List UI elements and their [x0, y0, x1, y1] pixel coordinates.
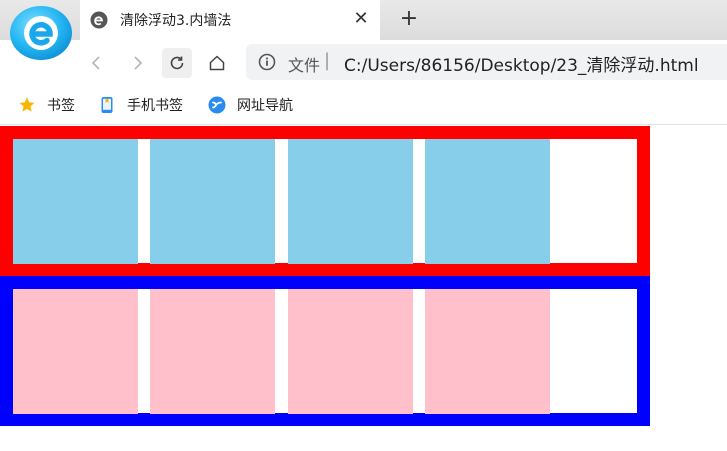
back-button[interactable]: [82, 48, 112, 78]
float-box-pink: [288, 289, 413, 414]
bookmark-label: 手机书签: [127, 98, 183, 114]
float-box-pink: [150, 289, 275, 414]
address-scheme-label: 文件: [288, 56, 321, 75]
float-box-blue: [288, 139, 413, 264]
home-button[interactable]: [202, 48, 232, 78]
address-url[interactable]: C:/Users/86156/Desktop/23_清除浮动.html: [344, 51, 699, 76]
browser-favicon-icon: [90, 11, 108, 29]
float-box-pink: [13, 289, 138, 414]
address-bar[interactable]: 文件 | C:/Users/86156/Desktop/23_清除浮动.html: [246, 44, 727, 80]
reload-icon: [170, 56, 184, 70]
chevron-right-icon: [134, 56, 143, 70]
float-box-pink: [425, 289, 550, 414]
float-container-blue: [0, 276, 650, 426]
tab-title: 清除浮动3.内墙法: [120, 13, 232, 29]
bookmark-item-mobile-bookmarks[interactable]: 手机书签: [98, 94, 183, 116]
tab-active[interactable]: 清除浮动3.内墙法 ✕: [80, 0, 380, 40]
page-viewport: [0, 126, 727, 451]
forward-button[interactable]: [122, 48, 152, 78]
browser-logo-icon[interactable]: [8, 3, 74, 61]
bookmark-item-bookmarks[interactable]: 书签: [18, 94, 75, 116]
float-container-red: [0, 126, 650, 276]
tab-close-button[interactable]: ✕: [348, 6, 374, 32]
bookmark-item-site-navigation[interactable]: 网址导航: [208, 94, 293, 116]
tab-strip: 清除浮动3.内墙法 ✕ +: [0, 0, 727, 40]
new-tab-button[interactable]: +: [396, 6, 422, 32]
info-icon[interactable]: [258, 53, 276, 71]
toolbar: 文件 | C:/Users/86156/Desktop/23_清除浮动.html: [0, 40, 727, 86]
phone-bookmark-icon: [101, 97, 113, 113]
star-icon: [19, 97, 35, 112]
bookmark-label: 网址导航: [237, 98, 293, 114]
site-nav-icon: [208, 96, 226, 114]
address-separator: |: [324, 50, 331, 71]
bookmark-label: 书签: [47, 98, 75, 114]
float-box-blue: [13, 139, 138, 264]
home-icon: [209, 55, 225, 71]
float-box-blue: [150, 139, 275, 264]
chevron-left-icon: [91, 56, 100, 70]
reload-button[interactable]: [162, 48, 192, 78]
float-box-blue: [425, 139, 550, 264]
bookmarks-bar: 书签 手机书签 网址导航: [0, 86, 727, 125]
